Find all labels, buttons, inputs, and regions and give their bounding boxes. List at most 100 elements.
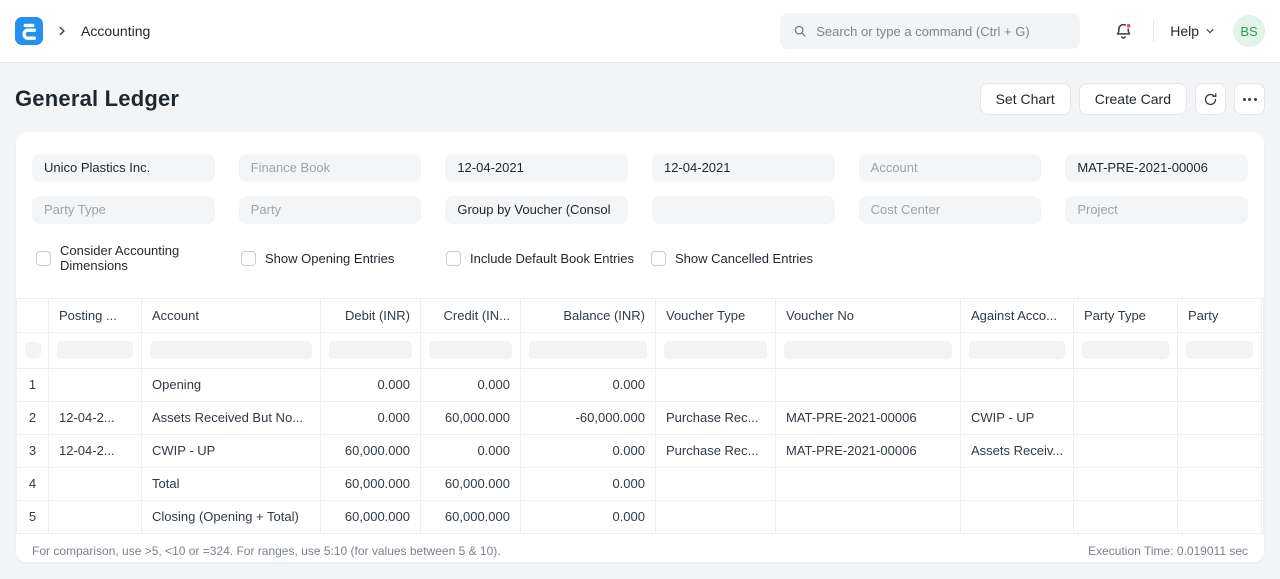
cell-_stub <box>1262 434 1264 467</box>
filter-group-by[interactable]: Group by Voucher (Consol <box>445 196 628 224</box>
select-all-box[interactable] <box>25 342 41 358</box>
checkbox-box[interactable] <box>446 251 461 266</box>
cell-idx[interactable]: 2 <box>17 401 49 434</box>
filter-party-type[interactable]: Party Type <box>32 196 215 224</box>
filter-empty-field[interactable] <box>652 196 835 224</box>
checkbox-consider-accounting-dimensions[interactable]: Consider Accounting Dimensions <box>32 243 237 274</box>
create-card-button[interactable]: Create Card <box>1079 83 1187 115</box>
column-filter-input-debit[interactable] <box>329 341 412 359</box>
execution-time: Execution Time: 0.019011 sec <box>1088 544 1248 558</box>
cell-credit: 0.000 <box>421 434 521 467</box>
column-filter-cell-party <box>1178 332 1262 368</box>
refresh-button[interactable] <box>1195 83 1226 115</box>
help-label: Help <box>1170 23 1199 39</box>
column-header-balance[interactable]: Balance (INR) <box>521 298 656 332</box>
cell-idx[interactable]: 3 <box>17 434 49 467</box>
cell-party_type <box>1074 434 1178 467</box>
cell-voucher_type: Purchase Rec... <box>656 401 776 434</box>
column-filter-input-against_account[interactable] <box>969 341 1065 359</box>
checkbox-show-opening-entries[interactable]: Show Opening Entries <box>237 243 442 274</box>
column-filter-cell-account <box>142 332 321 368</box>
column-header-voucher_type[interactable]: Voucher Type <box>656 298 776 332</box>
checkbox-include-default-book-entries[interactable]: Include Default Book Entries <box>442 243 647 274</box>
column-filter-cell-voucher_no <box>776 332 961 368</box>
chevron-down-icon <box>1205 26 1215 36</box>
app-logo[interactable] <box>15 17 43 45</box>
column-header-debit[interactable]: Debit (INR) <box>321 298 421 332</box>
navbar-divider <box>1153 20 1154 42</box>
filter-account[interactable]: Account <box>859 154 1042 182</box>
more-menu-button[interactable] <box>1234 83 1265 115</box>
notifications-button[interactable] <box>1112 20 1135 43</box>
column-filter-input-voucher_no[interactable] <box>784 341 952 359</box>
cell-_stub <box>1262 500 1264 533</box>
cell-credit: 60,000.000 <box>421 467 521 500</box>
cell-balance: 0.000 <box>521 434 656 467</box>
filter-cost-center[interactable]: Cost Center <box>859 196 1042 224</box>
cell-party_type <box>1074 500 1178 533</box>
column-filter-cell-idx <box>17 332 49 368</box>
column-filter-input-posting_date[interactable] <box>57 341 133 359</box>
report-table: Posting ...AccountDebit (INR)Credit (IN.… <box>16 298 1264 534</box>
cell-balance: 0.000 <box>521 467 656 500</box>
column-filter-input-account[interactable] <box>150 341 312 359</box>
filter-from-date[interactable]: 12-04-2021 <box>445 154 628 182</box>
cell-debit: 60,000.000 <box>321 434 421 467</box>
column-header-party_type[interactable]: Party Type <box>1074 298 1178 332</box>
set-chart-button[interactable]: Set Chart <box>980 83 1071 115</box>
checkbox-label: Include Default Book Entries <box>470 251 634 266</box>
filter-to-date[interactable]: 12-04-2021 <box>652 154 835 182</box>
report-footer: For comparison, use >5, <10 or =324. For… <box>16 534 1264 562</box>
breadcrumb[interactable]: Accounting <box>81 23 150 39</box>
column-filter-cell-balance <box>521 332 656 368</box>
help-menu[interactable]: Help <box>1170 23 1215 39</box>
cell-balance: 0.000 <box>521 368 656 401</box>
cell-credit: 60,000.000 <box>421 401 521 434</box>
cell-party <box>1178 434 1262 467</box>
checkbox-box[interactable] <box>651 251 666 266</box>
cell-account: CWIP - UP <box>142 434 321 467</box>
cell-against_account <box>961 467 1074 500</box>
cell-account: Opening <box>142 368 321 401</box>
column-header-posting_date[interactable]: Posting ... <box>49 298 142 332</box>
column-filter-input-balance[interactable] <box>529 341 647 359</box>
cell-voucher_type <box>656 467 776 500</box>
column-header-party[interactable]: Party <box>1178 298 1262 332</box>
checkbox-box[interactable] <box>36 251 51 266</box>
cell-debit: 60,000.000 <box>321 467 421 500</box>
column-header-credit[interactable]: Credit (IN... <box>421 298 521 332</box>
report-card: Unico Plastics Inc. Finance Book 12-04-202… <box>16 132 1264 562</box>
cell-idx[interactable]: 1 <box>17 368 49 401</box>
search-input[interactable]: Search or type a command (Ctrl + G) <box>780 13 1080 49</box>
filter-voucher-no[interactable]: MAT-PRE-2021-00006 <box>1065 154 1248 182</box>
column-filter-cell-party_type <box>1074 332 1178 368</box>
cell-debit: 0.000 <box>321 401 421 434</box>
filter-finance-book[interactable]: Finance Book <box>239 154 422 182</box>
column-header-voucher_no[interactable]: Voucher No <box>776 298 961 332</box>
column-header-account[interactable]: Account <box>142 298 321 332</box>
cell-_stub <box>1262 467 1264 500</box>
avatar[interactable]: BS <box>1233 15 1265 47</box>
cell-account: Assets Received But No... <box>142 401 321 434</box>
filter-hint-text: For comparison, use >5, <10 or =324. For… <box>32 544 501 558</box>
checkbox-show-cancelled-entries[interactable]: Show Cancelled Entries <box>647 243 813 274</box>
filter-party[interactable]: Party <box>239 196 422 224</box>
cell-posting_date <box>49 500 142 533</box>
filter-project[interactable]: Project <box>1065 196 1248 224</box>
column-filter-input-voucher_type[interactable] <box>664 341 767 359</box>
filter-company[interactable]: Unico Plastics Inc. <box>32 154 215 182</box>
table-row: 312-04-2...CWIP - UP60,000.0000.0000.000… <box>17 434 1264 467</box>
column-header-idx[interactable] <box>17 298 49 332</box>
column-filter-input-party[interactable] <box>1186 341 1253 359</box>
cell-party <box>1178 500 1262 533</box>
cell-idx[interactable]: 5 <box>17 500 49 533</box>
table-row: 5Closing (Opening + Total)60,000.00060,0… <box>17 500 1264 533</box>
checkbox-box[interactable] <box>241 251 256 266</box>
checkbox-label: Consider Accounting Dimensions <box>60 243 237 274</box>
table-row: 1Opening0.0000.0000.000 <box>17 368 1264 401</box>
cell-idx[interactable]: 4 <box>17 467 49 500</box>
column-filter-input-party_type[interactable] <box>1082 341 1169 359</box>
column-header-against_account[interactable]: Against Acco... <box>961 298 1074 332</box>
column-header-_stub <box>1262 298 1264 332</box>
column-filter-input-credit[interactable] <box>429 341 512 359</box>
